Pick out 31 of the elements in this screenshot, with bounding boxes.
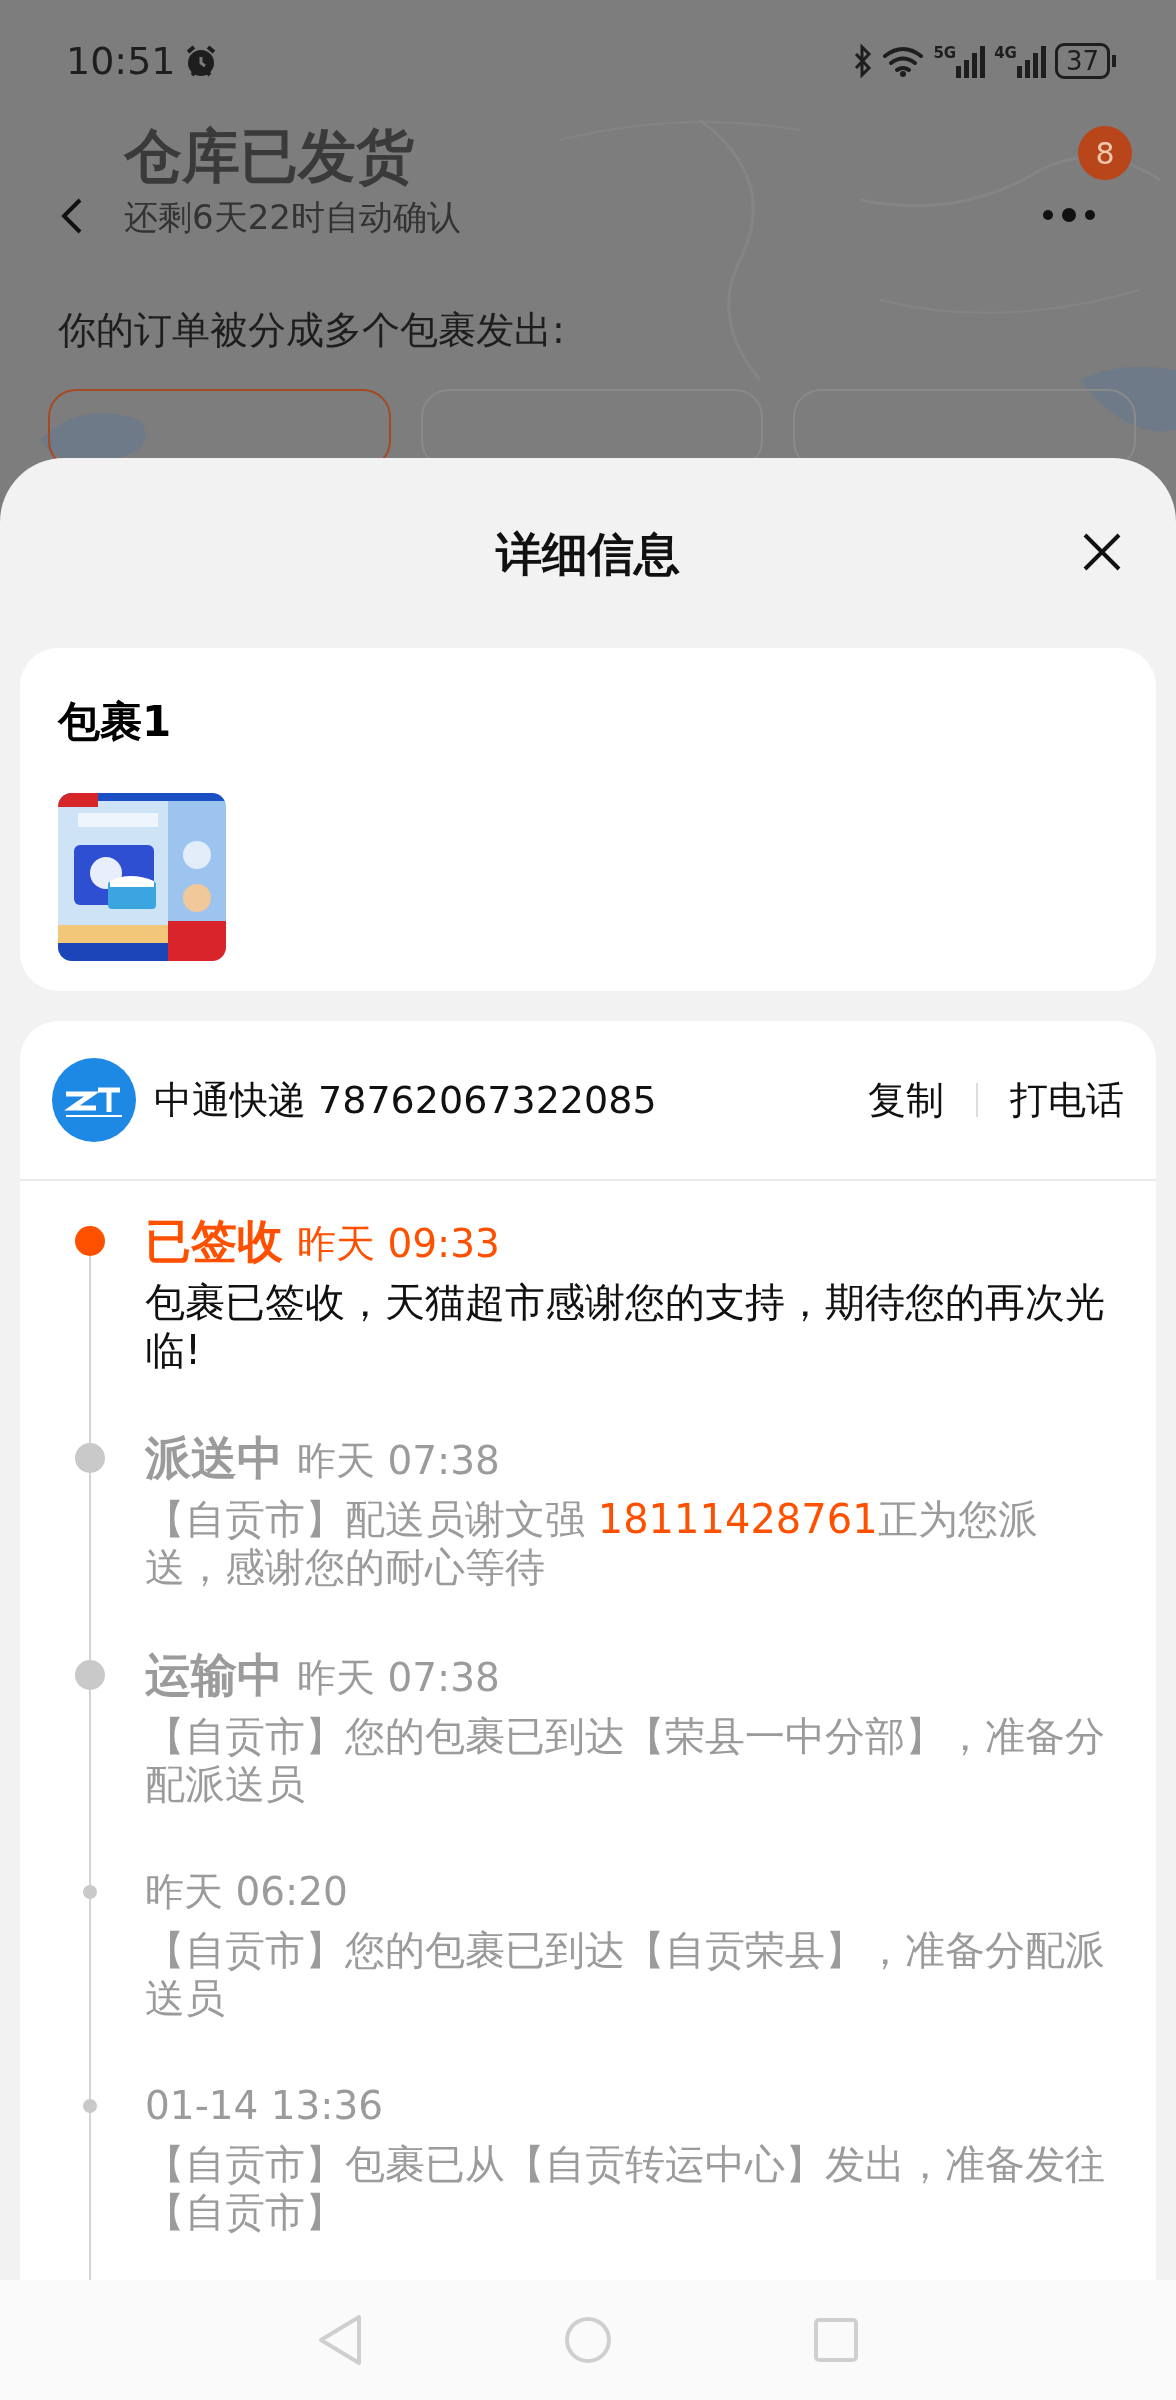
back-button[interactable]	[60, 196, 84, 236]
page-title: 仓库已发货	[124, 122, 415, 192]
event-time: 昨天 09:33	[297, 1221, 500, 1266]
split-notice: 你的订单被分成多个包裹发出:	[57, 307, 566, 354]
event-description: 【自贡市】您的包裹已到达【自贡荣县】，准备分配派送员	[145, 1926, 1106, 2022]
battery-level: 37	[1054, 43, 1110, 79]
copy-button[interactable]: 复制	[868, 1071, 944, 1129]
event-time: 昨天 07:38	[297, 1438, 500, 1483]
event-time: 昨天 06:20	[145, 1869, 348, 1914]
sheet-title: 详细信息	[496, 526, 680, 583]
signal-icon	[956, 44, 987, 78]
clock-time: 10:51	[66, 37, 176, 85]
signal-icon	[1016, 44, 1047, 78]
tracking-number: 中通快递 78762067322085	[154, 1076, 657, 1124]
bluetooth-icon	[853, 44, 874, 78]
status-label: 运输中	[145, 1648, 283, 1702]
status-label: 派送中	[145, 1431, 283, 1485]
network-type: 5G	[933, 46, 957, 61]
event-description: 【自贡市】您的包裹已到达【荣县一中分部】，准备分配派送员	[145, 1712, 1106, 1808]
status-label: 已签收	[145, 1214, 283, 1268]
event-time: 01-14 13:36	[145, 2083, 384, 2128]
event-description: 【自贡市】包裹已从【自贡转运中心】发出，准备发往【自贡市】	[145, 2140, 1106, 2236]
event-description: 包裹已签收，天猫超市感谢您的支持，期待您的再次光临!	[145, 1278, 1106, 1374]
package-name: 包裹1	[58, 696, 173, 748]
auto-confirm-note: 还剩6天22时自动确认	[124, 195, 461, 239]
wifi-icon	[881, 44, 926, 78]
network-type: 4G	[994, 46, 1017, 61]
carrier-logo-icon	[52, 1058, 136, 1142]
event-description: 【自贡市】配送员谢文强 18111428761正为您派送，感谢您的耐心等待	[145, 1495, 1039, 1591]
event-time: 昨天 07:38	[297, 1655, 500, 1700]
call-button[interactable]: 打电话	[1010, 1071, 1124, 1129]
